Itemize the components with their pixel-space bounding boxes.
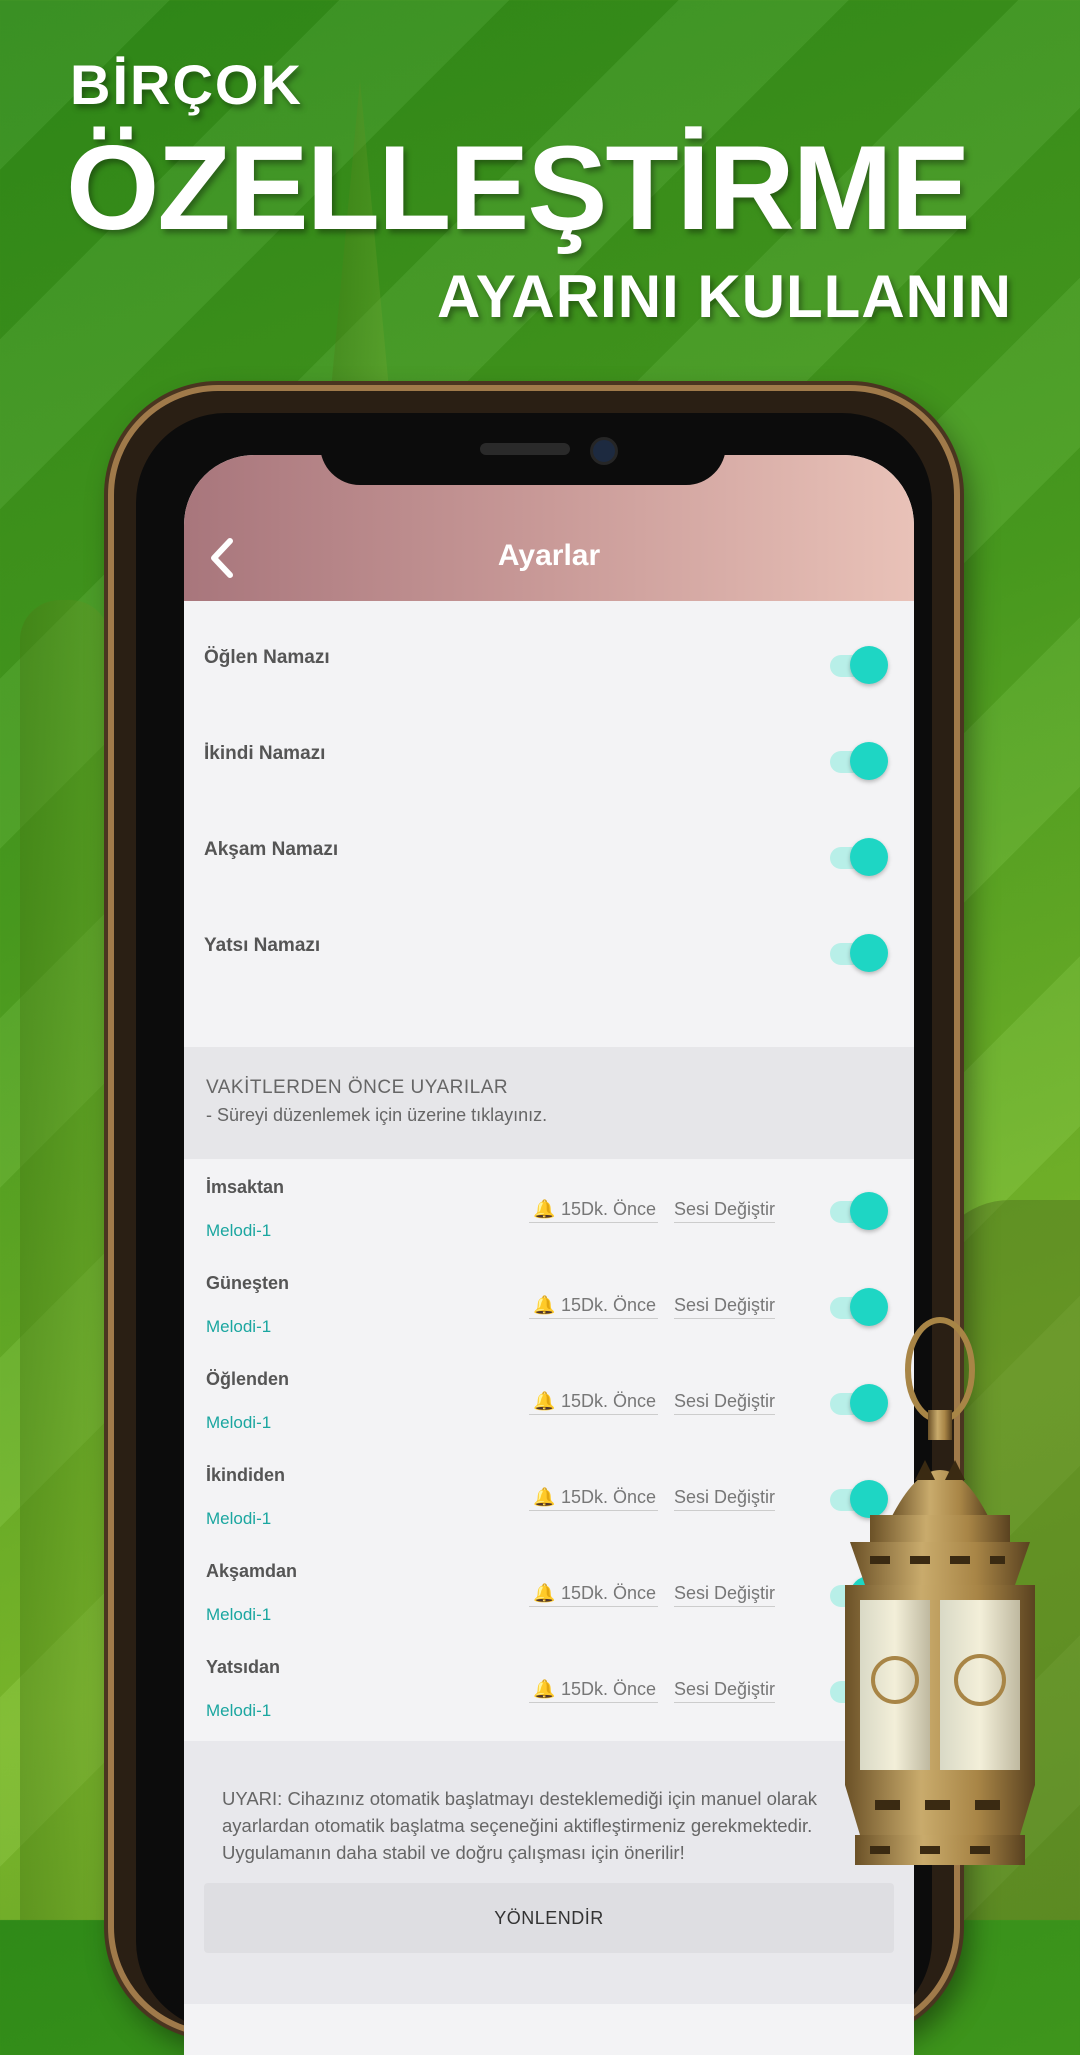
promo-line-2: ÖZELLEŞTİRME bbox=[66, 121, 971, 255]
minaret-silhouette bbox=[20, 600, 110, 1920]
prayer-row: Öğlen Namazı bbox=[184, 611, 914, 707]
alert-row: Güneşten Melodi-1 🔔 15Dk. Önce Sesi Değiş… bbox=[184, 1259, 914, 1355]
alert-name: İmsaktan bbox=[206, 1177, 285, 1197]
alert-melody-link[interactable]: Melodi-1 bbox=[206, 1221, 271, 1241]
alert-name: İkindiden bbox=[206, 1465, 286, 1485]
redirect-button[interactable]: YÖNLENDİR bbox=[204, 1883, 894, 1953]
bell-icon: 🔔 bbox=[533, 1295, 556, 1315]
prayer-label: İkindi Namazı bbox=[204, 743, 326, 764]
alert-time-button[interactable]: 🔔 15Dk. Önce bbox=[529, 1199, 659, 1223]
alert-row: İkindiden Melodi-1 🔔 15Dk. Önce Sesi Deği… bbox=[184, 1451, 914, 1547]
bell-icon: 🔔 bbox=[533, 1199, 556, 1219]
prayer-row: İkindi Namazı bbox=[184, 707, 914, 803]
promo-line-3: AYARINI KULLANIN bbox=[437, 263, 1012, 330]
prayer-toggle[interactable] bbox=[830, 838, 888, 876]
alert-name: Akşamdan bbox=[206, 1561, 298, 1581]
alert-time-label: 15Dk. Önce bbox=[561, 1679, 657, 1699]
prayer-row: Yatsı Namazı bbox=[184, 899, 914, 995]
alert-melody-link[interactable]: Melodi-1 bbox=[206, 1413, 271, 1433]
prayer-row: Akşam Namazı bbox=[184, 803, 914, 899]
alert-time-button[interactable]: 🔔 15Dk. Önce bbox=[529, 1679, 659, 1703]
alert-row: Yatsıdan Melodi-1 🔔 15Dk. Önce Sesi Değiş… bbox=[184, 1643, 914, 1739]
alert-row: İmsaktan Melodi-1 🔔 15Dk. Önce Sesi Değiş… bbox=[184, 1163, 914, 1259]
ramadan-lantern-image bbox=[845, 1317, 1035, 1865]
bell-icon: 🔔 bbox=[533, 1487, 556, 1507]
alert-melody-link[interactable]: Melodi-1 bbox=[206, 1509, 271, 1529]
speaker-grille bbox=[480, 443, 570, 455]
toggle-knob bbox=[850, 742, 888, 780]
change-sound-button[interactable]: Sesi Değiştir bbox=[674, 1199, 776, 1223]
bell-icon: 🔔 bbox=[533, 1583, 556, 1603]
bell-icon: 🔔 bbox=[533, 1391, 556, 1411]
front-camera bbox=[590, 437, 618, 465]
alert-time-label: 15Dk. Önce bbox=[561, 1295, 657, 1315]
alert-time-label: 15Dk. Önce bbox=[561, 1487, 657, 1507]
alert-melody-link[interactable]: Melodi-1 bbox=[206, 1317, 271, 1337]
alert-time-label: 15Dk. Önce bbox=[561, 1199, 657, 1219]
bell-icon: 🔔 bbox=[533, 1679, 556, 1699]
prayer-label: Öğlen Namazı bbox=[204, 647, 330, 668]
alert-name: Güneşten bbox=[206, 1273, 290, 1293]
change-sound-button[interactable]: Sesi Değiştir bbox=[674, 1295, 776, 1319]
app-screen: Ayarlar Öğlen Namazı İkindi Namazı Akşam… bbox=[184, 455, 914, 2055]
warning-box: UYARI: Cihazınız otomatik başlatmayı des… bbox=[184, 1741, 914, 2004]
settings-content: Öğlen Namazı İkindi Namazı Akşam Namazı … bbox=[184, 601, 914, 2055]
phone-bezel: Ayarlar Öğlen Namazı İkindi Namazı Akşam… bbox=[136, 413, 932, 2055]
section-subtitle: - Süreyi düzenlemek için üzerine tıklayı… bbox=[206, 1105, 548, 1125]
prayer-toggle[interactable] bbox=[830, 742, 888, 780]
prayer-toggle[interactable] bbox=[830, 646, 888, 684]
alert-toggle[interactable] bbox=[830, 1192, 888, 1230]
section-title: VAKİTLERDEN ÖNCE UYARILAR bbox=[206, 1077, 509, 1098]
change-sound-button[interactable]: Sesi Değiştir bbox=[674, 1487, 776, 1511]
change-sound-button[interactable]: Sesi Değiştir bbox=[674, 1679, 776, 1703]
alert-row: Akşamdan Melodi-1 🔔 15Dk. Önce Sesi Değiş… bbox=[184, 1547, 914, 1643]
promo-line-1: BİRÇOK bbox=[70, 53, 303, 116]
alert-time-button[interactable]: 🔔 15Dk. Önce bbox=[529, 1487, 659, 1511]
change-sound-button[interactable]: Sesi Değiştir bbox=[674, 1391, 776, 1415]
toggle-knob bbox=[850, 1192, 888, 1230]
prayer-toggle[interactable] bbox=[830, 934, 888, 972]
alert-melody-link[interactable]: Melodi-1 bbox=[206, 1701, 271, 1721]
prayer-label: Akşam Namazı bbox=[204, 839, 339, 860]
alert-time-label: 15Dk. Önce bbox=[561, 1391, 657, 1411]
alert-time-button[interactable]: 🔔 15Dk. Önce bbox=[529, 1391, 659, 1415]
phone-notch bbox=[320, 423, 726, 485]
alert-time-button[interactable]: 🔔 15Dk. Önce bbox=[529, 1583, 659, 1607]
prayer-label: Yatsı Namazı bbox=[204, 935, 321, 956]
toggle-knob bbox=[850, 646, 888, 684]
alert-name: Yatsıdan bbox=[206, 1657, 281, 1677]
change-sound-button[interactable]: Sesi Değiştir bbox=[674, 1583, 776, 1607]
alert-melody-link[interactable]: Melodi-1 bbox=[206, 1605, 271, 1625]
alert-row: Öğlenden Melodi-1 🔔 15Dk. Önce Sesi Değiş… bbox=[184, 1355, 914, 1451]
warning-text: UYARI: Cihazınız otomatik başlatmayı des… bbox=[222, 1788, 817, 1863]
alert-time-label: 15Dk. Önce bbox=[561, 1583, 657, 1603]
toggle-knob bbox=[850, 838, 888, 876]
alerts-section-header: VAKİTLERDEN ÖNCE UYARILAR - Süreyi düzen… bbox=[184, 1047, 914, 1159]
toggle-knob bbox=[850, 934, 888, 972]
alert-name: Öğlenden bbox=[206, 1369, 290, 1389]
alert-time-button[interactable]: 🔔 15Dk. Önce bbox=[529, 1295, 659, 1319]
page-title: Ayarlar bbox=[497, 539, 601, 572]
